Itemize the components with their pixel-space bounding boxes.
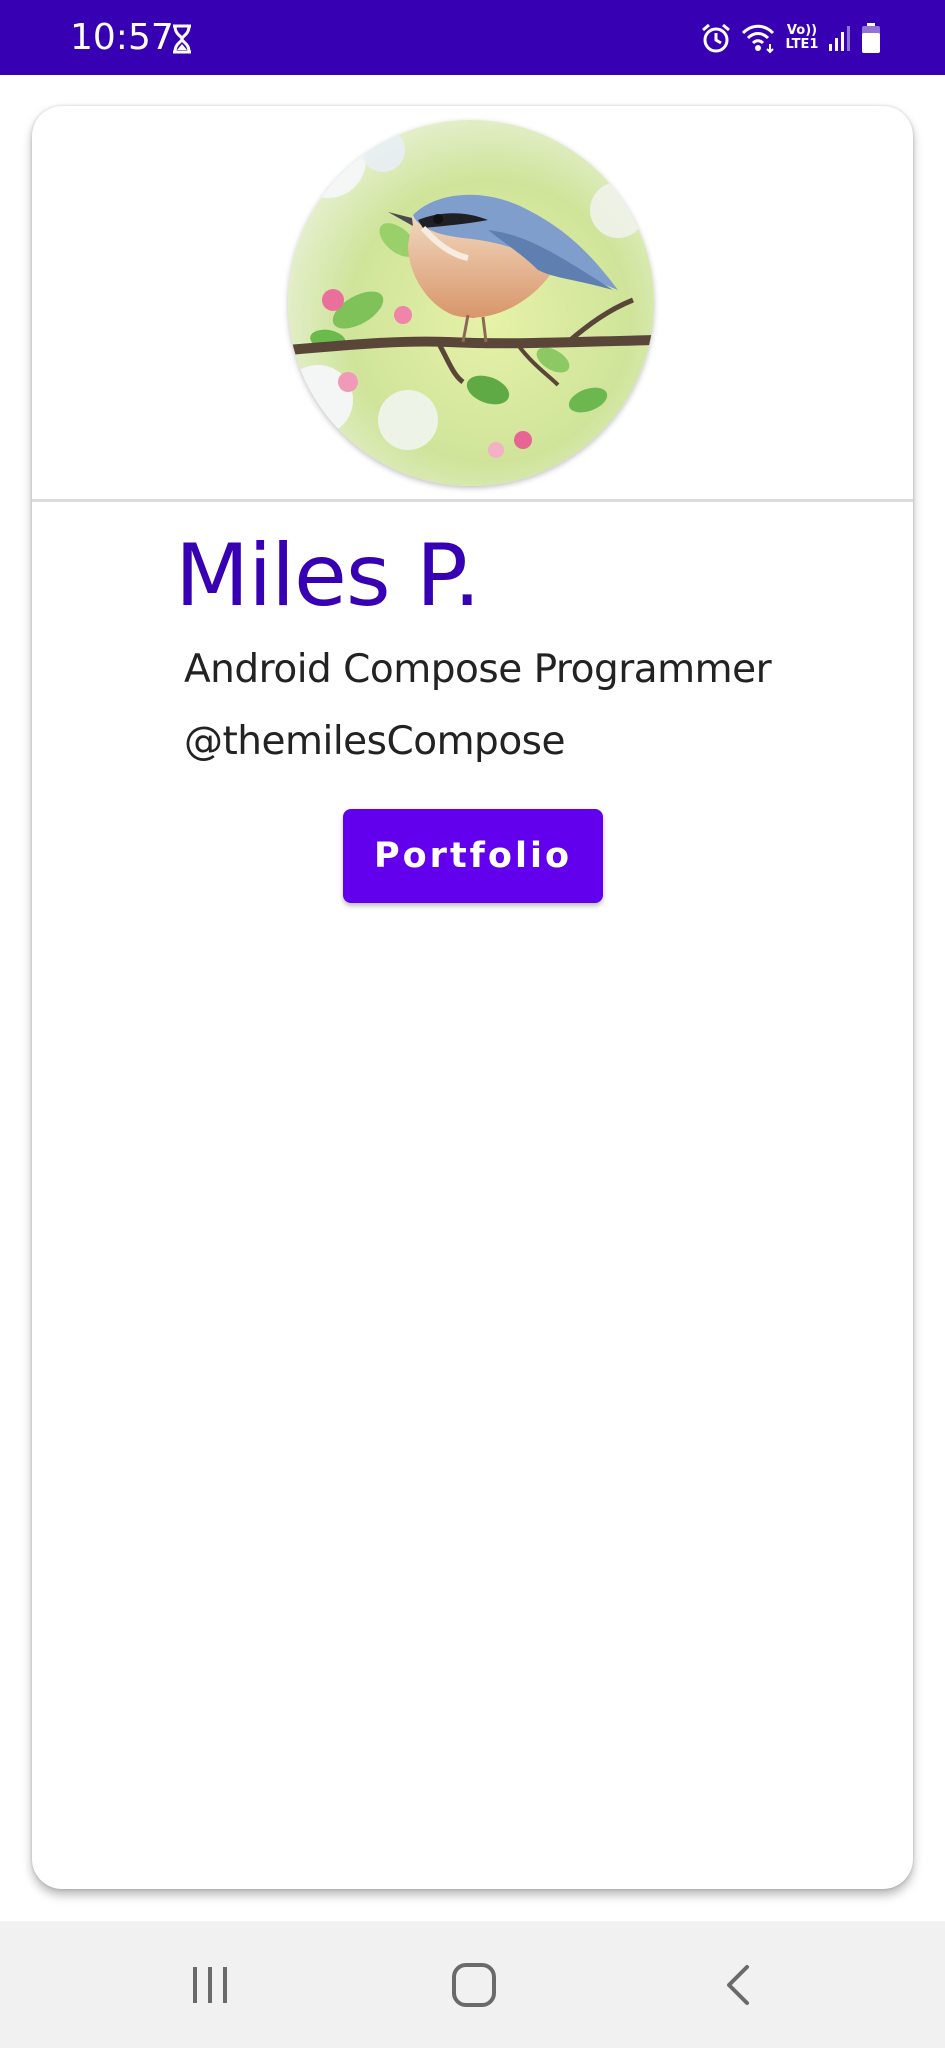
lte-label: LTE1	[785, 37, 819, 52]
hourglass-icon	[173, 24, 191, 54]
status-bar: 10:57 Vo)) LTE1	[0, 0, 945, 75]
wifi-icon	[741, 24, 775, 54]
back-icon	[727, 1964, 749, 2005]
portfolio-button[interactable]: Portfolio	[343, 809, 603, 903]
battery-icon	[862, 23, 880, 53]
home-icon	[452, 1962, 496, 2007]
profile-card: Miles P. Android Compose Programmer @the…	[32, 106, 913, 1889]
profile-handle: @themilesCompose	[184, 719, 566, 764]
back-button[interactable]	[658, 1921, 818, 2048]
profile-title: Android Compose Programmer	[184, 647, 772, 692]
avatar-image	[288, 120, 654, 486]
volte-indicator: Vo)) LTE1	[784, 24, 820, 52]
recents-button[interactable]	[130, 1921, 290, 2048]
status-time: 10:57	[70, 17, 174, 58]
home-button[interactable]	[394, 1921, 554, 2048]
recents-icon	[193, 1966, 227, 2003]
alarm-icon	[702, 23, 730, 53]
volte-label: Vo))	[786, 23, 818, 38]
profile-name: Miles P.	[175, 526, 481, 626]
system-nav-bar	[0, 1921, 945, 2048]
signal-icon	[829, 26, 850, 51]
avatar	[288, 120, 654, 486]
header-divider	[32, 499, 913, 502]
